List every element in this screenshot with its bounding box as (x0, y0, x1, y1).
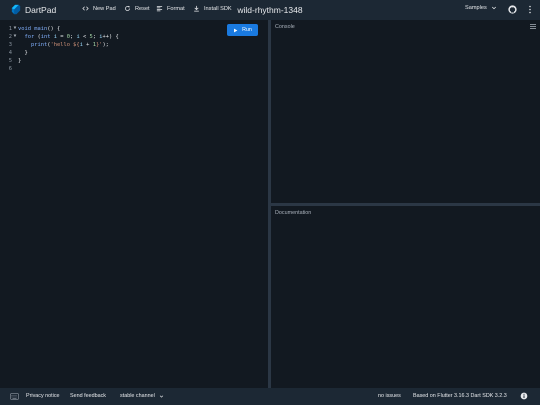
samples-dropdown[interactable]: Samples (465, 5, 497, 11)
channel-selector[interactable]: stable channel (120, 393, 164, 399)
keyboard-icon[interactable] (10, 393, 19, 400)
documentation-panel: Documentation (271, 206, 540, 388)
code-token: void (18, 26, 31, 32)
code-token: main (34, 26, 48, 32)
code-line: 1 ▼ void main() { (6, 25, 119, 33)
refresh-icon (125, 5, 130, 11)
app-logo[interactable]: DartPad (10, 4, 56, 15)
github-icon[interactable] (508, 5, 517, 14)
code-line: 3 print('hello ${i + 1}'); (6, 41, 119, 49)
reset-button[interactable]: Reset (124, 5, 150, 12)
chevron-down-icon (491, 6, 496, 10)
code-token: } (18, 58, 22, 64)
code-token: print (30, 42, 48, 48)
code-editor[interactable]: 1 ▼ void main() { 2 ▼ for (int i = 0; i … (0, 20, 268, 388)
send-feedback-link[interactable]: Send feedback (70, 393, 106, 399)
code-token: } (18, 50, 28, 56)
code-token: () { (47, 26, 61, 32)
info-icon[interactable] (520, 392, 528, 400)
download-icon (194, 5, 199, 12)
code-token: = (57, 34, 67, 40)
channel-label: stable channel (120, 393, 155, 399)
version-info: Based on Flutter 3.16.3 Dart SDK 3.2.3 (413, 393, 507, 399)
format-align-icon (156, 6, 163, 12)
code-token: ); (102, 42, 109, 48)
code-token: ++) { (102, 34, 119, 40)
dart-logo-icon (11, 4, 21, 15)
code-area[interactable]: 1 ▼ void main() { 2 ▼ for (int i = 0; i … (6, 25, 119, 73)
privacy-notice-link[interactable]: Privacy notice (26, 393, 60, 399)
format-button[interactable]: Format (156, 5, 185, 12)
run-button[interactable]: Run (227, 24, 258, 36)
issues-status: no issues (378, 393, 401, 399)
console-panel: Console (271, 20, 540, 203)
play-icon (234, 28, 238, 32)
code-token: for (24, 34, 35, 40)
status-bar: Privacy notice Send feedback stable chan… (0, 388, 540, 405)
run-label: Run (242, 27, 252, 33)
reset-label: Reset (135, 5, 150, 12)
more-vert-icon[interactable] (527, 5, 533, 14)
samples-label: Samples (465, 5, 487, 11)
code-line: 6 (6, 65, 119, 73)
code-line: 2 ▼ for (int i = 0; i < 5; i ++) { (6, 33, 119, 41)
new-pad-button[interactable]: New Pad (82, 5, 116, 12)
clear-console-icon[interactable] (530, 24, 536, 29)
new-pad-label: New Pad (93, 5, 116, 12)
console-title: Console (275, 24, 295, 30)
documentation-title: Documentation (275, 210, 312, 216)
pad-title[interactable]: wild-rhythm-1348 (237, 5, 302, 15)
code-line: 4 } (6, 49, 119, 57)
format-label: Format (167, 5, 185, 12)
fold-marker (12, 65, 18, 73)
install-sdk-label: Install SDK (204, 5, 232, 12)
chevron-down-icon (159, 394, 163, 398)
app-header: DartPad New Pad Reset Format Install SDK… (0, 0, 540, 20)
code-token: 'hello ${ (50, 42, 80, 48)
code-token: int (40, 34, 51, 40)
code-icon (82, 6, 89, 11)
code-line: 5 } (6, 57, 119, 65)
code-token: + (82, 42, 93, 48)
app-name: DartPad (25, 4, 57, 15)
install-sdk-button[interactable]: Install SDK (193, 5, 232, 12)
pad-title-container: wild-rhythm-1348 (0, 5, 540, 15)
code-token: < (79, 34, 90, 40)
